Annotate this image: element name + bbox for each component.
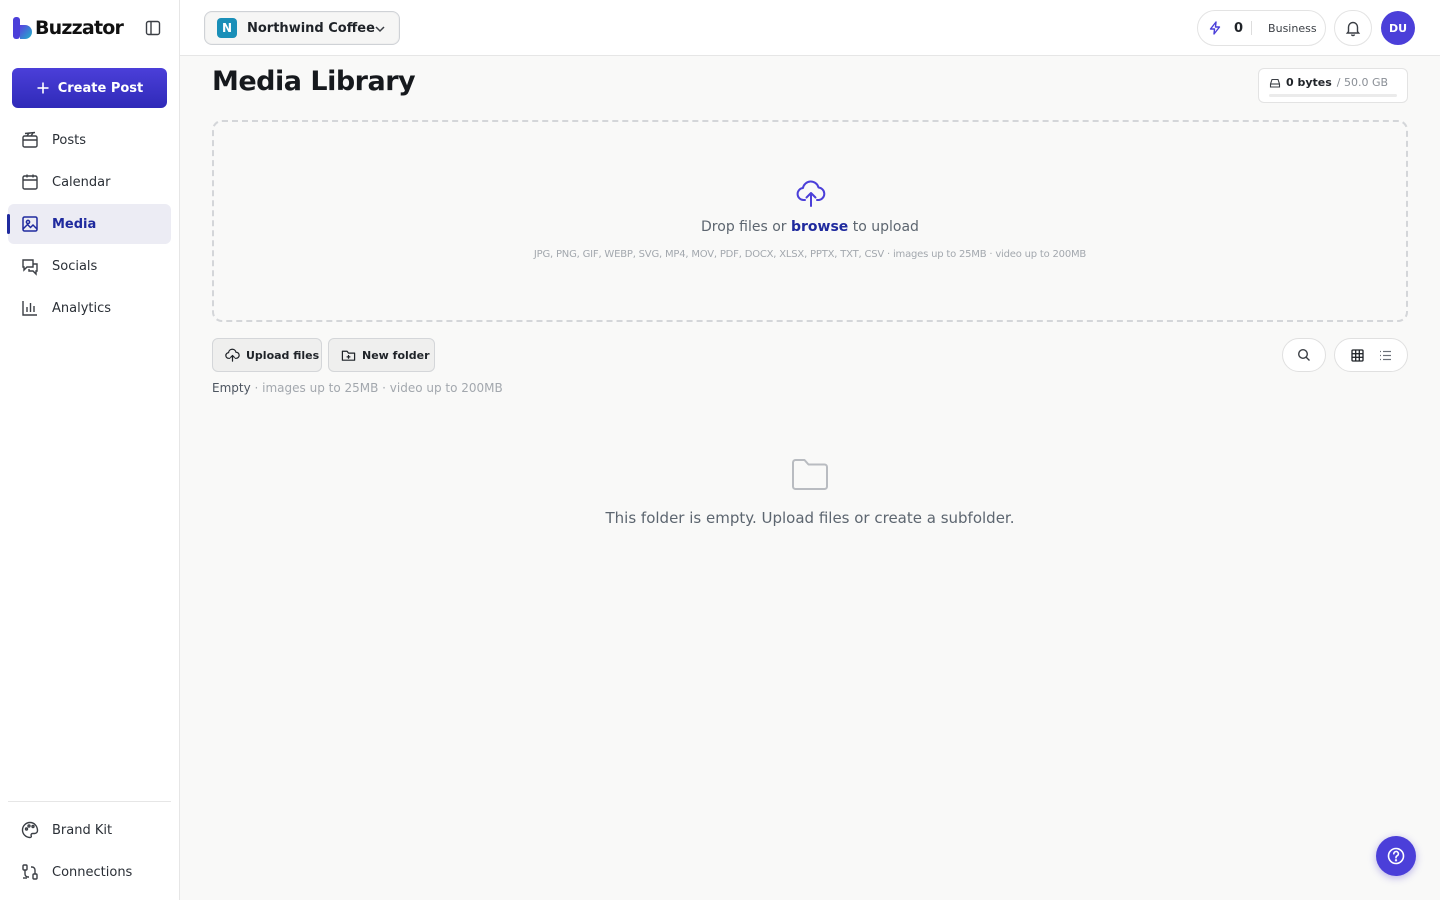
empty-folder-message: This folder is empty. Upload files or cr… xyxy=(605,509,1015,527)
dropzone-instructions: Drop files or browse to upload xyxy=(214,219,1406,235)
sidebar-item-label: Analytics xyxy=(52,300,112,316)
credits-plan-pill[interactable]: 0 Business xyxy=(1197,10,1326,46)
upload-files-button[interactable]: Upload files xyxy=(212,338,322,372)
brand-name: Buzzator xyxy=(35,17,124,39)
folder-status: Empty · images up to 25MB · video up to … xyxy=(212,381,503,395)
sidebar-item-media[interactable]: Media xyxy=(7,204,171,244)
credits-divider xyxy=(1251,21,1253,35)
upload-dropzone[interactable]: Drop files or browse to upload JPG, PNG,… xyxy=(212,120,1408,322)
workspace-selector[interactable]: N Northwind Coffee xyxy=(204,11,400,45)
browse-link[interactable]: browse xyxy=(791,219,848,235)
help-icon xyxy=(1387,847,1405,865)
sidebar-divider xyxy=(8,801,171,802)
help-button[interactable] xyxy=(1376,836,1416,876)
lightning-icon xyxy=(1209,21,1221,35)
cloud-upload-icon xyxy=(796,180,826,207)
buzzator-logo-icon xyxy=(13,17,32,39)
workspace-badge: N xyxy=(217,18,237,38)
connections-icon xyxy=(22,864,38,880)
list-icon xyxy=(1379,350,1391,360)
dropzone-text-before: Drop files or xyxy=(701,219,791,235)
sidebar-item-calendar[interactable]: Calendar xyxy=(8,162,171,202)
workspace-name: Northwind Coffee xyxy=(247,20,375,36)
sidebar-item-label: Connections xyxy=(52,864,133,880)
view-mode-toggle xyxy=(1334,338,1408,372)
palette-icon xyxy=(21,821,39,839)
storage-usage: 0 bytes / 50.0 GB xyxy=(1258,68,1408,103)
upload-files-label: Upload files xyxy=(246,348,320,362)
search-icon xyxy=(1297,348,1310,361)
chevron-down-icon xyxy=(375,26,385,33)
sidebar-item-label: Posts xyxy=(52,132,86,148)
storage-total: / 50.0 GB xyxy=(1336,76,1389,89)
posts-icon xyxy=(22,131,38,148)
grid-icon xyxy=(1350,348,1364,362)
list-view-button[interactable] xyxy=(1375,345,1395,365)
bell-icon xyxy=(1345,21,1361,37)
page-title: Media Library xyxy=(212,66,416,97)
sidebar: Buzzator Create Post Posts Calendar Medi… xyxy=(0,0,180,900)
image-icon xyxy=(22,216,38,232)
grid-view-button[interactable] xyxy=(1347,345,1367,365)
storage-progress-bar xyxy=(1269,94,1397,97)
user-avatar[interactable]: DU xyxy=(1381,11,1415,45)
folder-plus-icon xyxy=(341,350,356,361)
top-bar: N Northwind Coffee 0 Business DU xyxy=(180,0,1440,56)
sidebar-item-analytics[interactable]: Analytics xyxy=(8,288,171,328)
sidebar-item-brand-kit[interactable]: Brand Kit xyxy=(8,810,171,850)
secondary-nav: Brand Kit Connections xyxy=(8,810,171,894)
plan-label: Business xyxy=(1268,21,1317,35)
storage-used: 0 bytes xyxy=(1286,76,1332,89)
folder-status-limits: · images up to 25MB · video up to 200MB xyxy=(250,381,503,395)
bar-chart-icon xyxy=(22,301,37,316)
dropzone-text-after: to upload xyxy=(848,219,919,235)
sidebar-panel-icon xyxy=(145,20,161,36)
folder-status-empty: Empty xyxy=(212,381,251,395)
sidebar-item-label: Socials xyxy=(52,258,98,274)
create-post-label: Create Post xyxy=(57,80,144,96)
create-post-button[interactable]: Create Post xyxy=(12,68,167,108)
empty-folder-icon xyxy=(792,459,828,490)
sidebar-item-connections[interactable]: Connections xyxy=(8,852,171,892)
calendar-icon xyxy=(22,174,38,190)
chat-icon xyxy=(22,259,38,276)
sidebar-item-label: Brand Kit xyxy=(52,822,113,838)
new-folder-button[interactable]: New folder xyxy=(328,338,435,372)
cloud-upload-small-icon xyxy=(225,348,240,362)
plus-icon xyxy=(37,82,49,94)
storage-drive-icon xyxy=(1269,78,1281,88)
main-nav: Posts Calendar Media Socials Analytics xyxy=(7,120,171,330)
sidebar-item-label: Calendar xyxy=(52,174,111,190)
sidebar-toggle-button[interactable] xyxy=(143,18,163,38)
sidebar-item-label: Media xyxy=(52,216,97,232)
sidebar-item-socials[interactable]: Socials xyxy=(8,246,171,286)
supported-formats: JPG, PNG, GIF, WEBP, SVG, MP4, MOV, PDF,… xyxy=(533,249,1087,260)
credits-count: 0 xyxy=(1234,20,1244,36)
new-folder-label: New folder xyxy=(362,348,430,362)
notifications-button[interactable] xyxy=(1334,10,1372,46)
search-button[interactable] xyxy=(1282,338,1326,372)
sidebar-item-posts[interactable]: Posts xyxy=(8,120,171,160)
